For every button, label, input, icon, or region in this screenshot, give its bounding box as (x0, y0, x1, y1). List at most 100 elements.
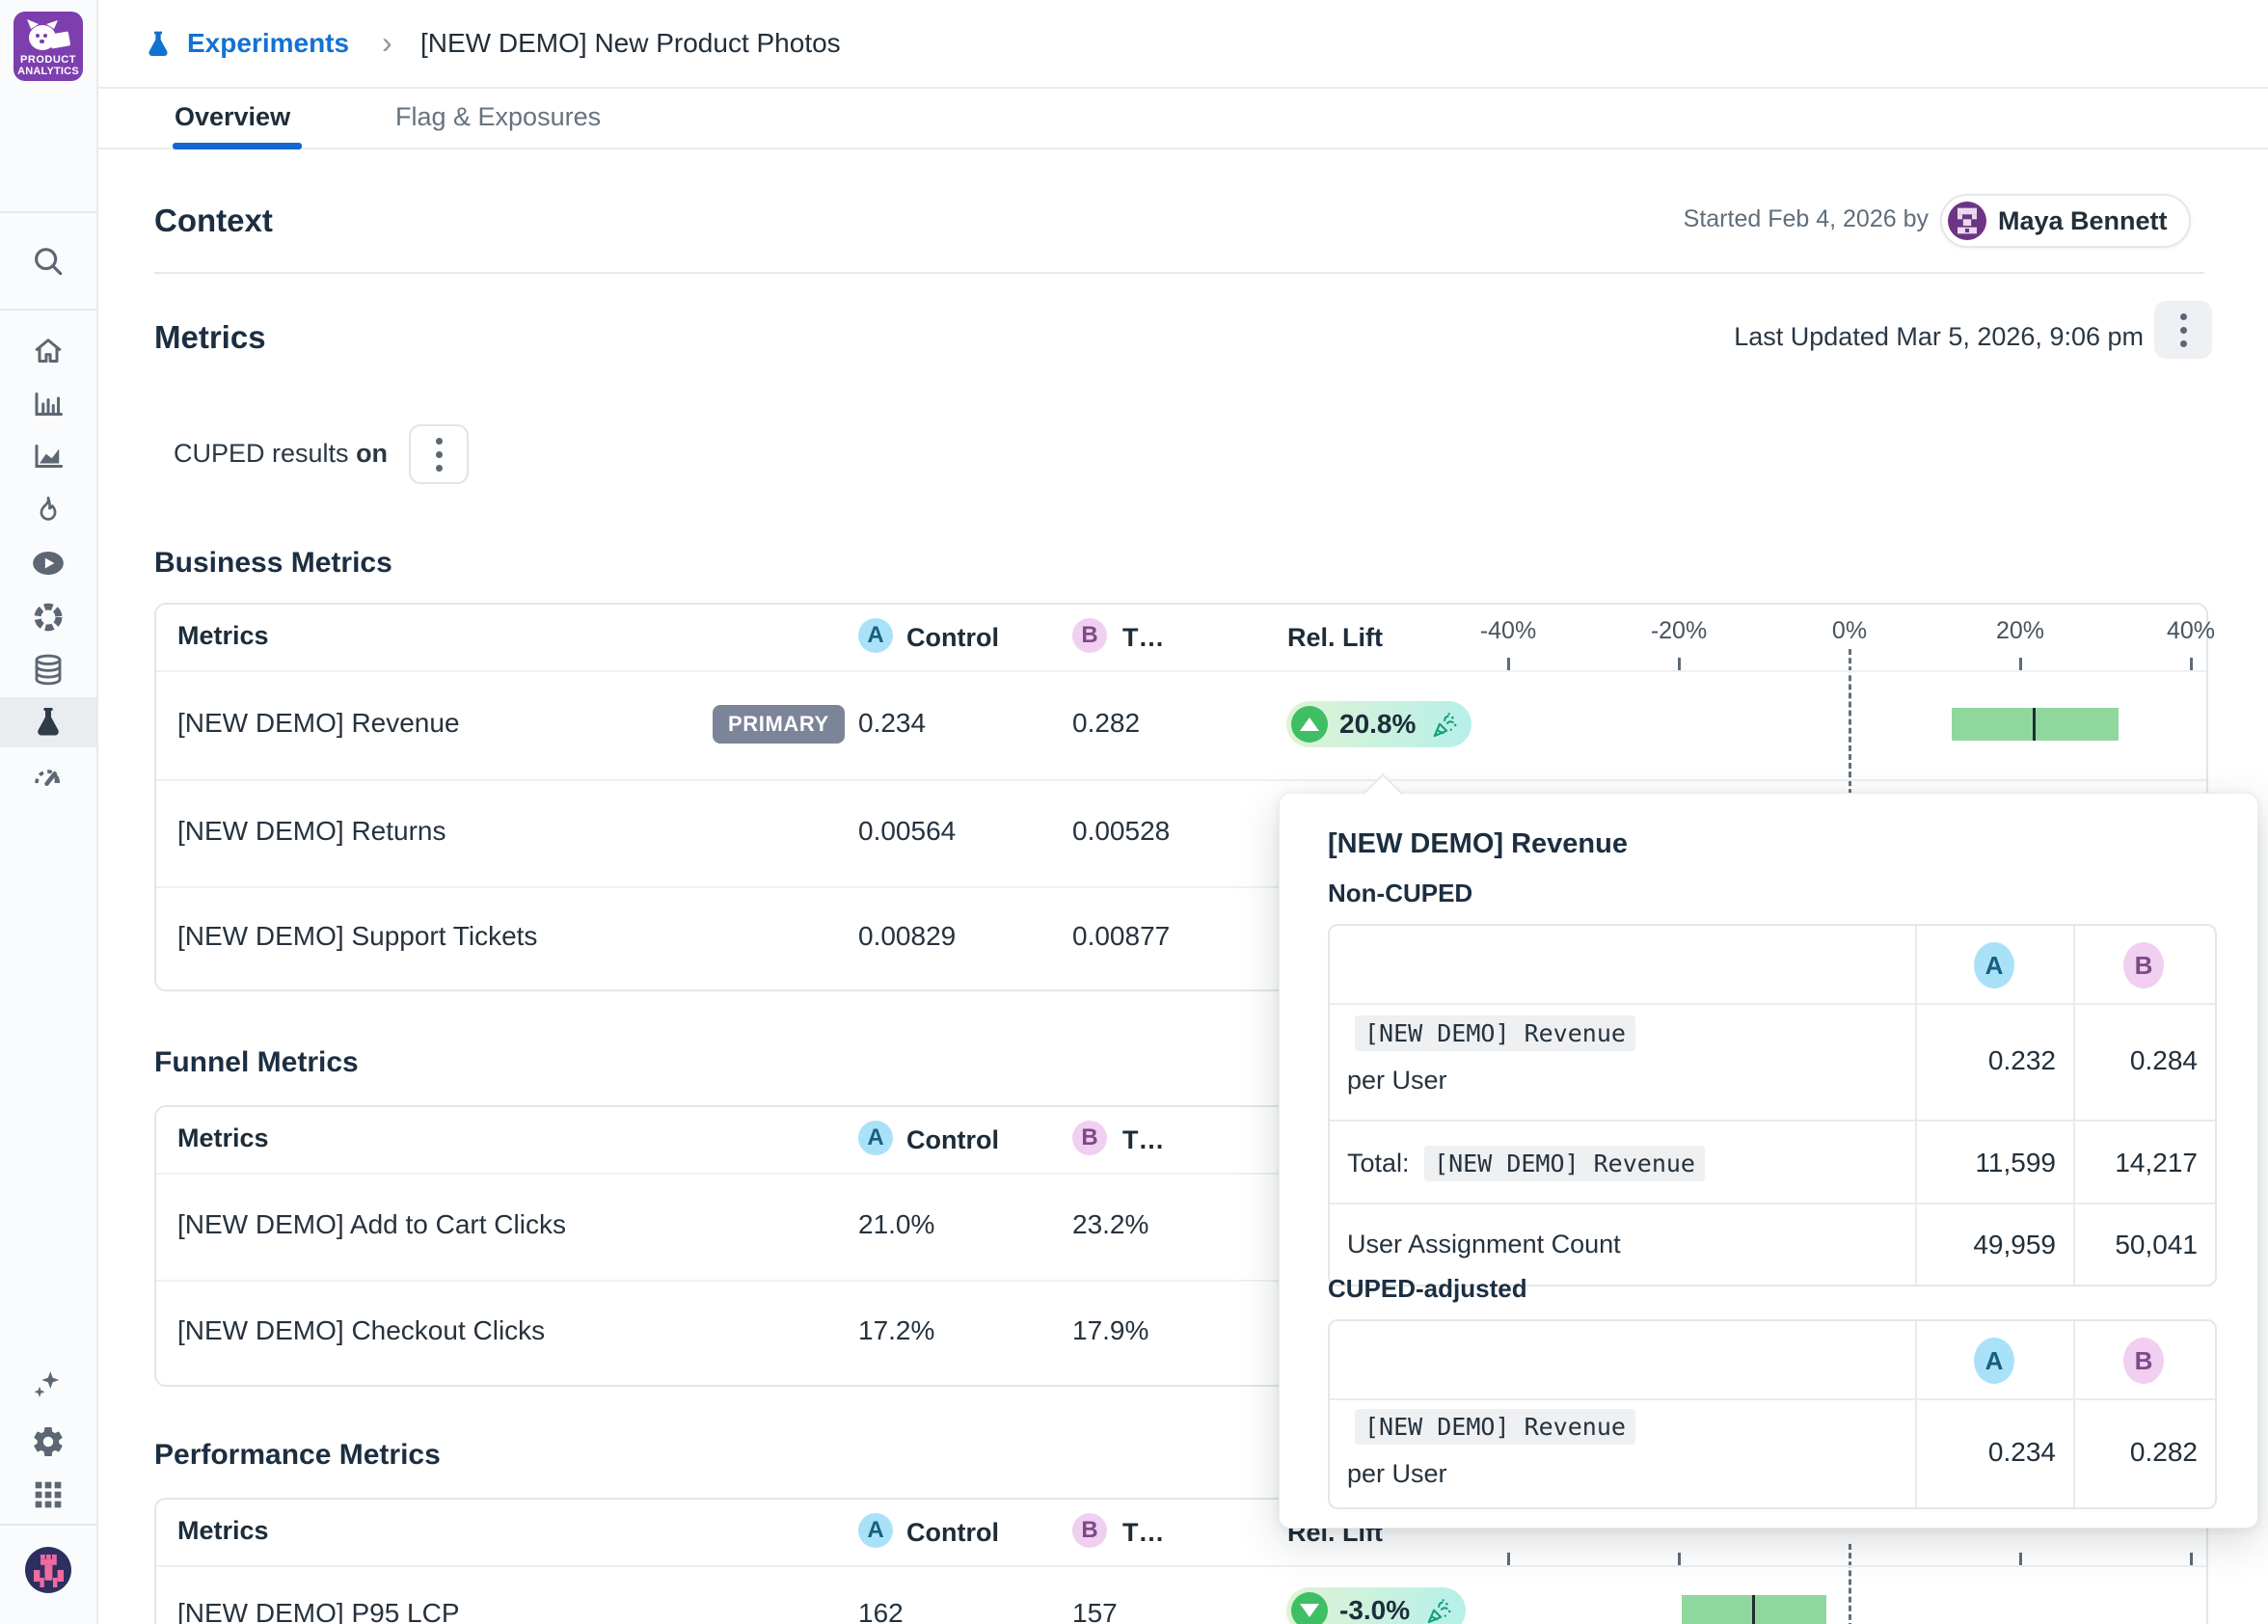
column-divider (2073, 1321, 2075, 1507)
popover-title: [NEW DEMO] Revenue (1328, 828, 1628, 860)
metric-name: [NEW DEMO] P95 LCP (177, 1598, 460, 1624)
variant-a-chip: A (1974, 1338, 2014, 1384)
axis-tick (2190, 1553, 2193, 1565)
column-header-treatment: T… (1122, 1518, 1165, 1548)
axis-label: 0% (1832, 617, 1867, 645)
tab-flag-exposures[interactable]: Flag & Exposures (395, 102, 601, 132)
kebab-icon (436, 438, 443, 472)
value-a: 49,959 (1915, 1230, 2056, 1260)
section-divider (154, 272, 2204, 274)
variant-a-chip: A (858, 618, 893, 653)
column-header-metrics: Metrics (177, 1516, 269, 1546)
lift-down-arrow-icon (1291, 1592, 1328, 1624)
gauge-icon[interactable] (29, 758, 68, 797)
control-value: 0.234 (858, 708, 926, 739)
started-by-label: Started Feb 4, 2026 by (1684, 205, 1929, 233)
last-updated-label: Last Updated Mar 5, 2026, 9:06 pm (1734, 322, 2144, 352)
column-header-control: Control (906, 1125, 999, 1155)
donut-chart-icon[interactable] (29, 598, 68, 636)
metric-label-suffix: per User (1347, 1459, 1447, 1489)
cuped-adjusted-table: A B [NEW DEMO] Revenue per User 0.234 0.… (1328, 1319, 2217, 1509)
metrics-kebab-button[interactable] (2154, 301, 2212, 359)
database-icon[interactable] (29, 650, 68, 689)
metric-name: [NEW DEMO] Add to Cart Clicks (177, 1209, 566, 1240)
metric-code-chip: [NEW DEMO] Revenue (1424, 1146, 1705, 1181)
value-b: 0.282 (2073, 1437, 2198, 1468)
cuped-state: on (356, 439, 388, 468)
owner-avatar (1948, 202, 1986, 240)
column-header-control: Control (906, 1518, 999, 1548)
column-header-metrics: Metrics (177, 621, 269, 651)
owner-pill[interactable]: Maya Bennett (1940, 194, 2191, 248)
axis-tick (1507, 1553, 1510, 1565)
value-b: 14,217 (2073, 1148, 2198, 1178)
control-value: 17.2% (858, 1315, 934, 1346)
metric-code-chip: [NEW DEMO] Revenue (1355, 1409, 1635, 1445)
column-header-treatment: T… (1122, 1125, 1165, 1155)
sidebar-divider (0, 211, 96, 213)
axis-tick (1678, 1553, 1681, 1565)
treatment-value: 0.282 (1072, 708, 1140, 739)
metric-name: [NEW DEMO] Returns (177, 816, 446, 847)
search-icon[interactable] (29, 242, 68, 281)
flame-icon[interactable] (29, 491, 68, 529)
logo-text-line2: ANALYTICS (17, 66, 79, 77)
variant-b-chip: B (2123, 942, 2164, 988)
column-divider (1915, 1321, 1917, 1507)
owner-name: Maya Bennett (1998, 206, 2168, 236)
performance-metrics-heading: Performance Metrics (154, 1439, 441, 1472)
tabbar-divider (96, 148, 2268, 149)
treatment-value: 0.00877 (1072, 921, 1170, 952)
rel-lift-chip[interactable]: -3.0% (1286, 1587, 1466, 1624)
topbar-divider (96, 87, 2268, 89)
metrics-heading: Metrics (154, 319, 266, 356)
app-logo[interactable]: PRODUCT ANALYTICS (14, 12, 83, 86)
variant-b-chip: B (1072, 618, 1107, 653)
confidence-interval-bar (1952, 708, 2119, 741)
tab-overview[interactable]: Overview (175, 102, 290, 132)
variant-a-chip: A (1974, 942, 2014, 988)
non-cuped-table: A B [NEW DEMO] Revenue per User 0.232 0.… (1328, 924, 2217, 1286)
confidence-interval-bar (1682, 1595, 1826, 1624)
flask-icon[interactable] (29, 703, 68, 742)
table-row-divider (1330, 1120, 2215, 1122)
table-header-divider (156, 1565, 2206, 1567)
rel-lift-chip[interactable]: 20.8% (1286, 701, 1472, 747)
axis-tick (2019, 1553, 2022, 1565)
value-a: 0.232 (1915, 1045, 2056, 1076)
experiments-flask-icon (143, 23, 174, 70)
lift-center-line (1752, 1595, 1755, 1624)
metric-label: Total: [NEW DEMO] Revenue (1347, 1146, 1705, 1181)
user-avatar[interactable] (25, 1547, 71, 1598)
cuped-toggle-label: CUPED results on (174, 439, 388, 469)
gear-icon[interactable] (29, 1422, 68, 1461)
breadcrumb-experiments-link[interactable]: Experiments (187, 28, 349, 59)
home-icon[interactable] (29, 332, 68, 370)
sparkles-icon[interactable] (29, 1367, 68, 1405)
value-b: 50,041 (2073, 1230, 2198, 1260)
axis-label: 20% (1996, 617, 2044, 645)
axis-tick (2190, 658, 2193, 670)
treatment-value: 157 (1072, 1598, 1118, 1624)
play-icon[interactable] (29, 544, 68, 582)
experiment-overview-page: PRODUCT ANALYTICS (0, 0, 2268, 1624)
variant-a-chip: A (858, 1121, 893, 1155)
axis-label: -40% (1480, 617, 1536, 645)
variant-b-chip: B (1072, 1513, 1107, 1548)
variant-a-chip: A (858, 1513, 893, 1548)
sidebar-divider (0, 309, 96, 311)
table-header-divider (1330, 1398, 2215, 1400)
axis-tick (1507, 658, 1510, 670)
control-value: 0.00564 (858, 816, 956, 847)
table-header-divider (156, 670, 2206, 672)
metric-label: User Assignment Count (1347, 1230, 1621, 1259)
apps-grid-icon[interactable] (29, 1475, 68, 1514)
area-chart-icon[interactable] (29, 437, 68, 475)
cuped-kebab-button[interactable] (409, 424, 469, 484)
kebab-icon (2180, 313, 2187, 347)
control-value: 162 (858, 1598, 904, 1624)
control-value: 0.00829 (858, 921, 956, 952)
bar-chart-icon[interactable] (29, 385, 68, 423)
sidebar-divider (0, 1524, 96, 1526)
axis-tick (2019, 658, 2022, 670)
